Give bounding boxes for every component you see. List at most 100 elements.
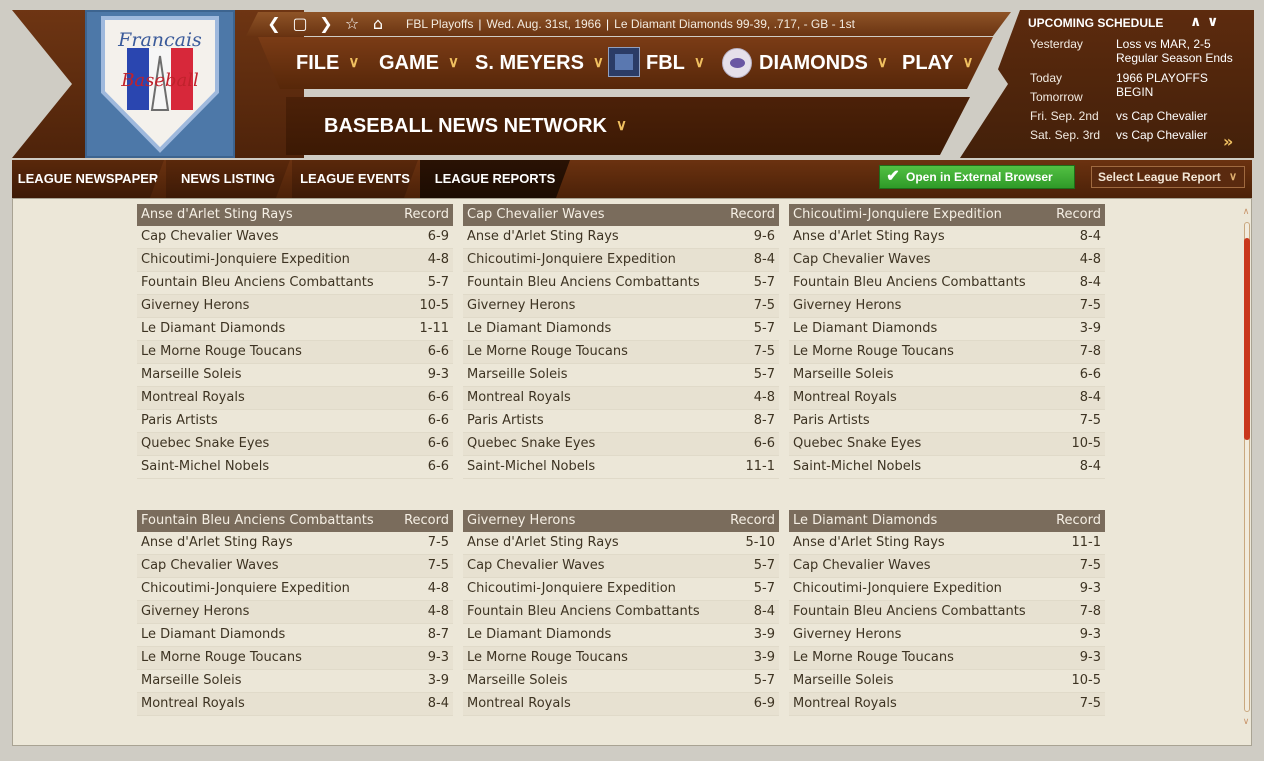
table-row[interactable]: Saint-Michel Nobels 11-1 xyxy=(463,456,779,479)
table-row[interactable]: Marseille Soleis 5-7 xyxy=(463,364,779,387)
record-header: Record xyxy=(730,513,775,528)
table-row[interactable]: Saint-Michel Nobels 6-6 xyxy=(137,456,453,479)
table-row[interactable]: Le Morne Rouge Toucans 7-5 xyxy=(463,341,779,364)
table-row[interactable]: Le Diamant Diamonds 3-9 xyxy=(463,624,779,647)
table-row[interactable]: Montreal Royals 8-4 xyxy=(789,387,1105,410)
schedule-day: Sat. Sep. 3rd xyxy=(1030,128,1101,142)
table-row[interactable]: Chicoutimi-Jonquiere Expedition 8-4 xyxy=(463,249,779,272)
table-row[interactable]: Le Diamant Diamonds 1-11 xyxy=(137,318,453,341)
record-value: 6-6 xyxy=(427,390,449,405)
record-value: 5-7 xyxy=(753,673,775,688)
table-row[interactable]: Paris Artists 7-5 xyxy=(789,410,1105,433)
table-row[interactable]: Le Morne Rouge Toucans 9-3 xyxy=(789,647,1105,670)
table-row[interactable]: Le Diamant Diamonds 3-9 xyxy=(789,318,1105,341)
table-row[interactable]: Anse d'Arlet Sting Rays 5-10 xyxy=(463,532,779,555)
menu-league[interactable]: FBL ∨ xyxy=(646,49,705,77)
table-row[interactable]: Cap Chevalier Waves 5-7 xyxy=(463,555,779,578)
table-row[interactable]: Paris Artists 8-7 xyxy=(463,410,779,433)
table-row[interactable]: Saint-Michel Nobels 8-4 xyxy=(789,456,1105,479)
table-row[interactable]: Giverney Herons 10-5 xyxy=(137,295,453,318)
menu-team[interactable]: DIAMONDS ∨ xyxy=(759,49,888,77)
table-header: Anse d'Arlet Sting Rays Record xyxy=(137,204,453,226)
scrollbar-thumb[interactable] xyxy=(1244,238,1250,440)
tab-league-reports[interactable]: LEAGUE REPORTS xyxy=(420,160,570,198)
scroll-down-icon[interactable]: ∨ xyxy=(1241,716,1251,728)
tab-league-events[interactable]: LEAGUE EVENTS xyxy=(292,160,418,198)
table-row[interactable]: Marseille Soleis 10-5 xyxy=(789,670,1105,693)
schedule-day: Today xyxy=(1030,71,1063,85)
table-row[interactable]: Marseille Soleis 5-7 xyxy=(463,670,779,693)
table-row[interactable]: Cap Chevalier Waves 4-8 xyxy=(789,249,1105,272)
back-arrow-icon[interactable]: ❮ xyxy=(264,13,284,35)
table-row[interactable]: Marseille Soleis 6-6 xyxy=(789,364,1105,387)
table-row[interactable]: Chicoutimi-Jonquiere Expedition 4-8 xyxy=(137,249,453,272)
table-row[interactable]: Fountain Bleu Anciens Combattants 8-4 xyxy=(463,601,779,624)
table-header: Chicoutimi-Jonquiere Expedition Record xyxy=(789,204,1105,226)
table-row[interactable]: Le Morne Rouge Toucans 7-8 xyxy=(789,341,1105,364)
table-row[interactable]: Cap Chevalier Waves 7-5 xyxy=(137,555,453,578)
home-icon[interactable]: ⌂ xyxy=(368,13,388,35)
section-title[interactable]: BASEBALL NEWS NETWORK ∨ xyxy=(324,112,627,140)
table-row[interactable]: Anse d'Arlet Sting Rays 8-4 xyxy=(789,226,1105,249)
record-value: 4-8 xyxy=(427,581,449,596)
table-row[interactable]: Chicoutimi-Jonquiere Expedition 5-7 xyxy=(463,578,779,601)
table-row[interactable]: Quebec Snake Eyes 6-6 xyxy=(463,433,779,456)
table-row[interactable]: Montreal Royals 6-6 xyxy=(137,387,453,410)
table-row[interactable]: Quebec Snake Eyes 6-6 xyxy=(137,433,453,456)
record-value: 10-5 xyxy=(1071,436,1101,451)
table-row[interactable]: Giverney Herons 7-5 xyxy=(463,295,779,318)
team-logo[interactable]: Francais Baseball xyxy=(85,10,235,158)
table-row[interactable]: Marseille Soleis 3-9 xyxy=(137,670,453,693)
menu-game[interactable]: GAME ∨ xyxy=(379,49,459,77)
table-row[interactable]: Giverney Herons 7-5 xyxy=(789,295,1105,318)
star-icon[interactable]: ☆ xyxy=(342,13,362,35)
record-value: 8-4 xyxy=(753,252,775,267)
table-row[interactable]: Montreal Royals 7-5 xyxy=(789,693,1105,716)
menu-play[interactable]: PLAY ∨ xyxy=(902,49,974,77)
chevron-down-icon[interactable]: ∨ xyxy=(1207,13,1218,31)
record-table: Anse d'Arlet Sting Rays Record Cap Chevali… xyxy=(137,204,453,479)
table-row[interactable]: Le Diamant Diamonds 8-7 xyxy=(137,624,453,647)
table-row[interactable]: Anse d'Arlet Sting Rays 7-5 xyxy=(137,532,453,555)
select-league-report-dropdown[interactable]: Select League Report ∨ xyxy=(1091,166,1245,188)
record-value: 7-5 xyxy=(1079,696,1101,711)
table-row[interactable]: Fountain Bleu Anciens Combattants 5-7 xyxy=(137,272,453,295)
table-row[interactable]: Le Morne Rouge Toucans 6-6 xyxy=(137,341,453,364)
table-row[interactable]: Cap Chevalier Waves 7-5 xyxy=(789,555,1105,578)
table-row[interactable]: Quebec Snake Eyes 10-5 xyxy=(789,433,1105,456)
open-external-browser-button[interactable]: ✔ Open in External Browser xyxy=(879,165,1075,189)
table-row[interactable]: Giverney Herons 9-3 xyxy=(789,624,1105,647)
record-value: 4-8 xyxy=(753,390,775,405)
table-row[interactable]: Chicoutimi-Jonquiere Expedition 9-3 xyxy=(789,578,1105,601)
table-row[interactable]: Anse d'Arlet Sting Rays 9-6 xyxy=(463,226,779,249)
logo-shield-icon: Francais Baseball xyxy=(101,16,219,153)
tab-league-newspaper[interactable]: LEAGUE NEWSPAPER xyxy=(12,160,164,198)
table-row[interactable]: Montreal Royals 4-8 xyxy=(463,387,779,410)
table-row[interactable]: Fountain Bleu Anciens Combattants 7-8 xyxy=(789,601,1105,624)
table-row[interactable]: Anse d'Arlet Sting Rays 11-1 xyxy=(789,532,1105,555)
record-value: 5-7 xyxy=(753,581,775,596)
table-row[interactable]: Cap Chevalier Waves 6-9 xyxy=(137,226,453,249)
table-row[interactable]: Chicoutimi-Jonquiere Expedition 4-8 xyxy=(137,578,453,601)
forward-arrow-icon[interactable]: ❯ xyxy=(316,13,336,35)
window-square-icon[interactable]: ▢ xyxy=(290,13,310,35)
table-row[interactable]: Montreal Royals 6-9 xyxy=(463,693,779,716)
table-row[interactable]: Fountain Bleu Anciens Combattants 8-4 xyxy=(789,272,1105,295)
table-row[interactable]: Fountain Bleu Anciens Combattants 5-7 xyxy=(463,272,779,295)
scroll-up-icon[interactable]: ∧ xyxy=(1241,206,1251,218)
table-row[interactable]: Le Morne Rouge Toucans 9-3 xyxy=(137,647,453,670)
menu-file[interactable]: FILE ∨ xyxy=(296,49,359,77)
tab-news-listing[interactable]: NEWS LISTING xyxy=(166,160,290,198)
menu-manager[interactable]: S. MEYERS ∨ xyxy=(475,49,604,77)
table-row[interactable]: Marseille Soleis 9-3 xyxy=(137,364,453,387)
chevron-up-icon[interactable]: ∧ xyxy=(1190,13,1201,31)
record-value: 9-6 xyxy=(753,229,775,244)
table-row[interactable]: Le Diamant Diamonds 5-7 xyxy=(463,318,779,341)
record-value: 5-7 xyxy=(753,367,775,382)
schedule-more-icon[interactable]: » xyxy=(1223,132,1233,151)
table-row[interactable]: Montreal Royals 8-4 xyxy=(137,693,453,716)
table-row[interactable]: Giverney Herons 4-8 xyxy=(137,601,453,624)
table-row[interactable]: Paris Artists 6-6 xyxy=(137,410,453,433)
table-row[interactable]: Le Morne Rouge Toucans 3-9 xyxy=(463,647,779,670)
opponent-name: Chicoutimi-Jonquiere Expedition xyxy=(141,252,350,267)
